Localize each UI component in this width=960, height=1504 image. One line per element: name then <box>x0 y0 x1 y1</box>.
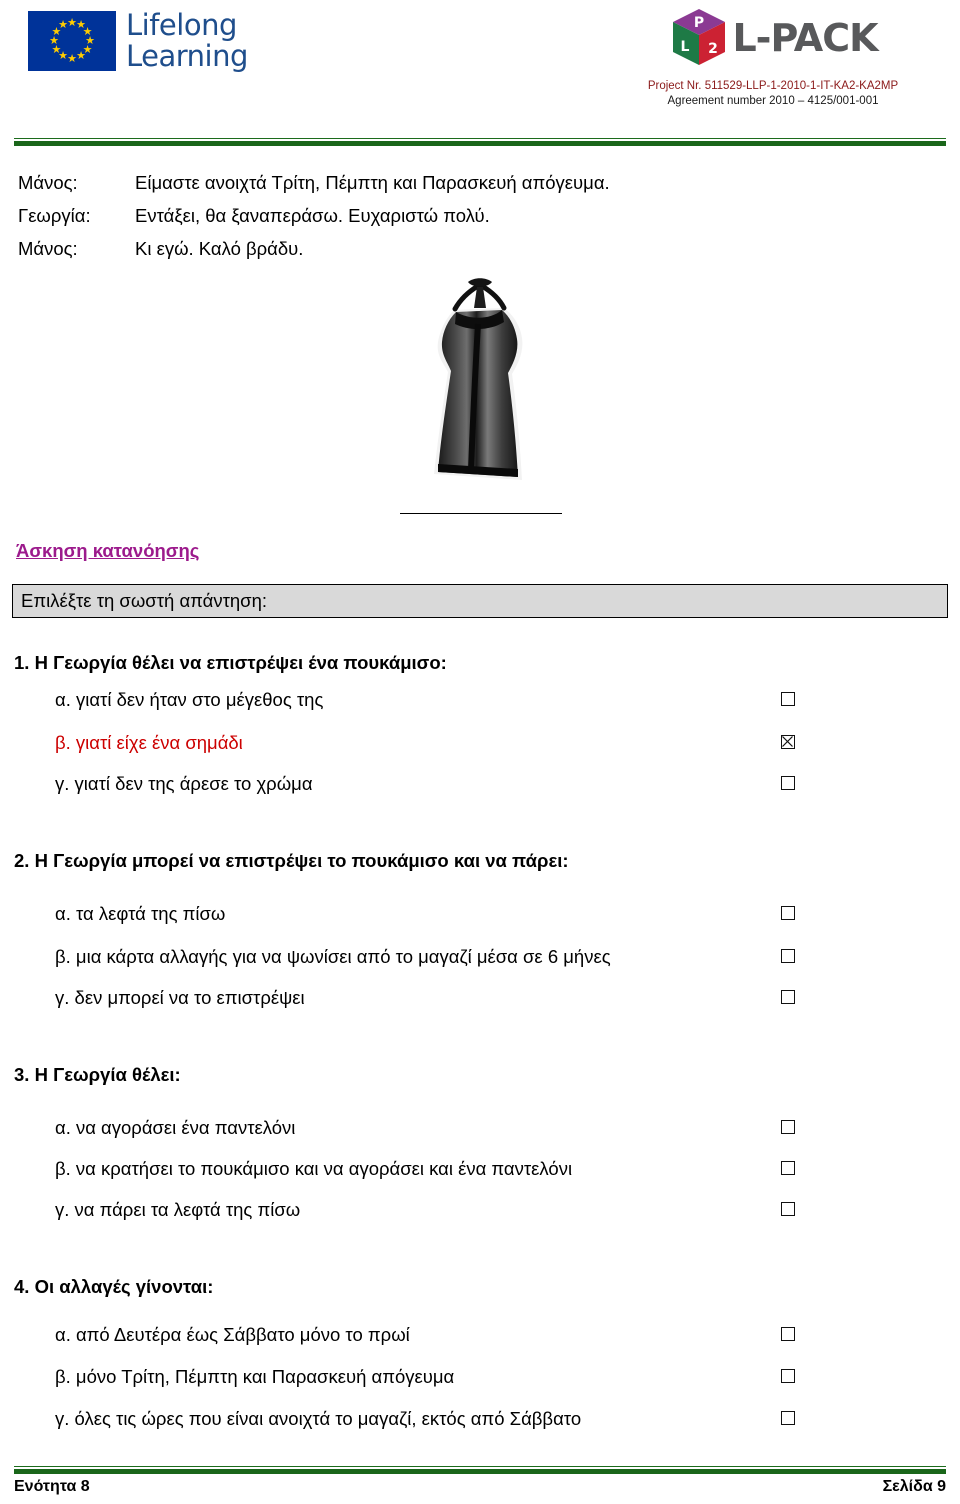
checkbox-unchecked[interactable] <box>781 1120 795 1134</box>
logo-line-1: Lifelong <box>126 8 237 42</box>
answer-option-row[interactable]: α. να αγοράσει ένα παντελόνι <box>0 1109 960 1146</box>
dress-illustration <box>398 278 568 510</box>
lpack-cube-icon: P L 2 <box>668 7 730 69</box>
answer-option[interactable]: β. γιατί είχε ένα σημάδι <box>55 724 960 761</box>
footer-page-label: Σελίδα 9 <box>882 1478 946 1495</box>
answer-option-row[interactable]: β. να κρατήσει το πουκάμισο και να αγορά… <box>0 1150 960 1187</box>
dialogue-speaker: Γεωργία: <box>18 205 91 226</box>
answer-option-label: β. μια κάρτα αλλαγής για να ψωνίσει από … <box>55 945 611 967</box>
dialogue-speaker: Μάνος: <box>18 172 78 193</box>
lpack-block: P L 2 L-PACK Project Nr. 511529-LLP-1-20… <box>608 6 938 109</box>
question-title: 2. Η Γεωργία μπορεί να επιστρέψει το που… <box>14 850 569 871</box>
checkbox-unchecked[interactable] <box>781 1411 795 1425</box>
answer-option-row[interactable]: α. από Δευτέρα έως Σάββατο μόνο το πρωί <box>0 1316 960 1353</box>
answer-option-label: β. γιατί είχε ένα σημάδι <box>55 731 243 753</box>
checkbox-unchecked[interactable] <box>781 1327 795 1341</box>
project-number: Project Nr. 511529-LLP-1-2010-1-IT-KA2-K… <box>647 80 899 92</box>
answer-option-label: β. μόνο Τρίτη, Πέμπτη και Παρασκευή απόγ… <box>55 1365 455 1387</box>
dialogue-line: Γεωργία: Εντάξει, θα ξαναπεράσω. Ευχαριστ… <box>18 199 918 232</box>
dialogue-text: Είμαστε ανοιχτά Τρίτη, Πέμπτη και Παρασκ… <box>135 172 610 193</box>
answer-option[interactable]: α. τα λεφτά της πίσω <box>55 895 960 932</box>
answer-option[interactable]: γ. να πάρει τα λεφτά της πίσω <box>55 1191 960 1228</box>
answer-option-label: α. να αγοράσει ένα παντελόνι <box>55 1116 296 1138</box>
instruction-text: Επιλέξτε τη σωστή απάντηση: <box>21 590 268 611</box>
illustration-underline <box>400 513 562 514</box>
svg-text:2: 2 <box>709 41 719 57</box>
answer-option-label: α. τα λεφτά της πίσω <box>55 902 226 924</box>
lifelong-learning-logo: ★ ★ ★ ★ ★ ★ ★ ★ ★ ★ ★ ★ Lifelong Learning <box>28 10 248 72</box>
exercise-heading: Άσκηση κατανόησης <box>16 540 200 561</box>
footer-divider <box>14 1466 946 1474</box>
question-block: 3. Η Γεωργία θέλει: <box>0 1060 960 1090</box>
answer-option-label: γ. δεν μπορεί να το επιστρέψει <box>55 986 305 1008</box>
answer-option-label: γ. όλες τις ώρες που είναι ανοιχτά το μα… <box>55 1407 582 1429</box>
checkbox-unchecked[interactable] <box>781 1369 795 1383</box>
answer-option[interactable]: β. μόνο Τρίτη, Πέμπτη και Παρασκευή απόγ… <box>55 1358 960 1395</box>
answer-option-label: α. από Δευτέρα έως Σάββατο μόνο το πρωί <box>55 1323 410 1345</box>
checkbox-unchecked[interactable] <box>781 1202 795 1216</box>
lpack-logo: P L 2 L-PACK <box>608 6 938 70</box>
checkbox-unchecked[interactable] <box>781 906 795 920</box>
divider-thick-line <box>14 141 946 146</box>
answer-option-row[interactable]: β. μια κάρτα αλλαγής για να ψωνίσει από … <box>0 938 960 975</box>
svg-text:P: P <box>694 15 704 31</box>
dialogue-transcript: Μάνος: Είμαστε ανοιχτά Τρίτη, Πέμπτη και … <box>18 166 918 265</box>
answer-option[interactable]: γ. όλες τις ώρες που είναι ανοιχτά το μα… <box>55 1400 960 1437</box>
answer-option-row[interactable]: β. γιατί είχε ένα σημάδι <box>0 724 960 761</box>
question-block: 4. Οι αλλαγές γίνονται: <box>0 1272 960 1302</box>
answer-option[interactable]: α. από Δευτέρα έως Σάββατο μόνο το πρωί <box>55 1316 960 1353</box>
checkbox-unchecked[interactable] <box>781 949 795 963</box>
svg-text:L: L <box>681 39 690 55</box>
question-title: 4. Οι αλλαγές γίνονται: <box>14 1276 214 1297</box>
instruction-box: Επιλέξτε τη σωστή απάντηση: <box>12 584 948 618</box>
question-title: 3. Η Γεωργία θέλει: <box>14 1064 181 1085</box>
answer-option[interactable]: γ. γιατί δεν της άρεσε το χρώμα <box>55 765 960 802</box>
dialogue-text: Κι εγώ. Καλό βράδυ. <box>135 238 304 259</box>
lpack-wordmark: L-PACK <box>732 16 878 60</box>
answer-option[interactable]: γ. δεν μπορεί να το επιστρέψει <box>55 979 960 1016</box>
answer-option[interactable]: α. γιατί δεν ήταν στο μέγεθος της <box>55 681 960 718</box>
answer-option-label: α. γιατί δεν ήταν στο μέγεθος της <box>55 688 324 710</box>
page-footer: Ενότητα 8 Σελίδα 9 <box>14 1478 946 1496</box>
dialogue-line: Μάνος: Κι εγώ. Καλό βράδυ. <box>18 232 918 265</box>
checkbox-unchecked[interactable] <box>781 776 795 790</box>
checkbox-checked[interactable] <box>781 735 795 749</box>
answer-option-row[interactable]: γ. να πάρει τα λεφτά της πίσω <box>0 1191 960 1228</box>
checkbox-unchecked[interactable] <box>781 692 795 706</box>
footer-unit-label: Ενότητα 8 <box>14 1478 90 1495</box>
answer-option-label: β. να κρατήσει το πουκάμισο και να αγορά… <box>55 1157 573 1179</box>
dialogue-text: Εντάξει, θα ξαναπεράσω. Ευχαριστώ πολύ. <box>135 205 490 226</box>
footer-divider-thick-line <box>14 1469 946 1474</box>
question-title: 1. Η Γεωργία θέλει να επιστρέψει ένα που… <box>14 652 447 673</box>
question-block: 1. Η Γεωργία θέλει να επιστρέψει ένα που… <box>0 648 960 678</box>
dialogue-line: Μάνος: Είμαστε ανοιχτά Τρίτη, Πέμπτη και … <box>18 166 918 199</box>
eu-star-icon: ★ <box>58 18 68 31</box>
answer-option-row[interactable]: β. μόνο Τρίτη, Πέμπτη και Παρασκευή απόγ… <box>0 1358 960 1395</box>
answer-option-row[interactable]: γ. όλες τις ώρες που είναι ανοιχτά το μα… <box>0 1400 960 1437</box>
header-divider <box>14 138 946 146</box>
answer-option[interactable]: α. να αγοράσει ένα παντελόνι <box>55 1109 960 1146</box>
eu-flag-icon: ★ ★ ★ ★ ★ ★ ★ ★ ★ ★ ★ ★ <box>28 11 116 71</box>
checkbox-unchecked[interactable] <box>781 1161 795 1175</box>
question-block: 2. Η Γεωργία μπορεί να επιστρέψει το που… <box>0 846 960 876</box>
checkmark-x-icon <box>782 736 793 747</box>
answer-option-row[interactable]: γ. δεν μπορεί να το επιστρέψει <box>0 979 960 1016</box>
answer-option-row[interactable]: α. τα λεφτά της πίσω <box>0 895 960 932</box>
page-header: ★ ★ ★ ★ ★ ★ ★ ★ ★ ★ ★ ★ Lifelong Learning P L 2 <box>0 0 960 146</box>
lifelong-learning-text: Lifelong Learning <box>126 10 248 72</box>
answer-option[interactable]: β. να κρατήσει το πουκάμισο και να αγορά… <box>55 1150 960 1187</box>
logo-line-2: Learning <box>126 39 248 73</box>
project-reference: Project Nr. 511529-LLP-1-2010-1-IT-KA2-K… <box>608 79 938 109</box>
answer-option[interactable]: β. μια κάρτα αλλαγής για να ψωνίσει από … <box>55 938 960 975</box>
answer-option-label: γ. γιατί δεν της άρεσε το χρώμα <box>55 772 313 794</box>
checkbox-unchecked[interactable] <box>781 990 795 1004</box>
answer-option-row[interactable]: γ. γιατί δεν της άρεσε το χρώμα <box>0 765 960 802</box>
answer-option-label: γ. να πάρει τα λεφτά της πίσω <box>55 1198 301 1220</box>
answer-option-row[interactable]: α. γιατί δεν ήταν στο μέγεθος της <box>0 681 960 718</box>
dialogue-speaker: Μάνος: <box>18 238 78 259</box>
agreement-number: Agreement number 2010 – 4125/001-001 <box>667 95 879 107</box>
